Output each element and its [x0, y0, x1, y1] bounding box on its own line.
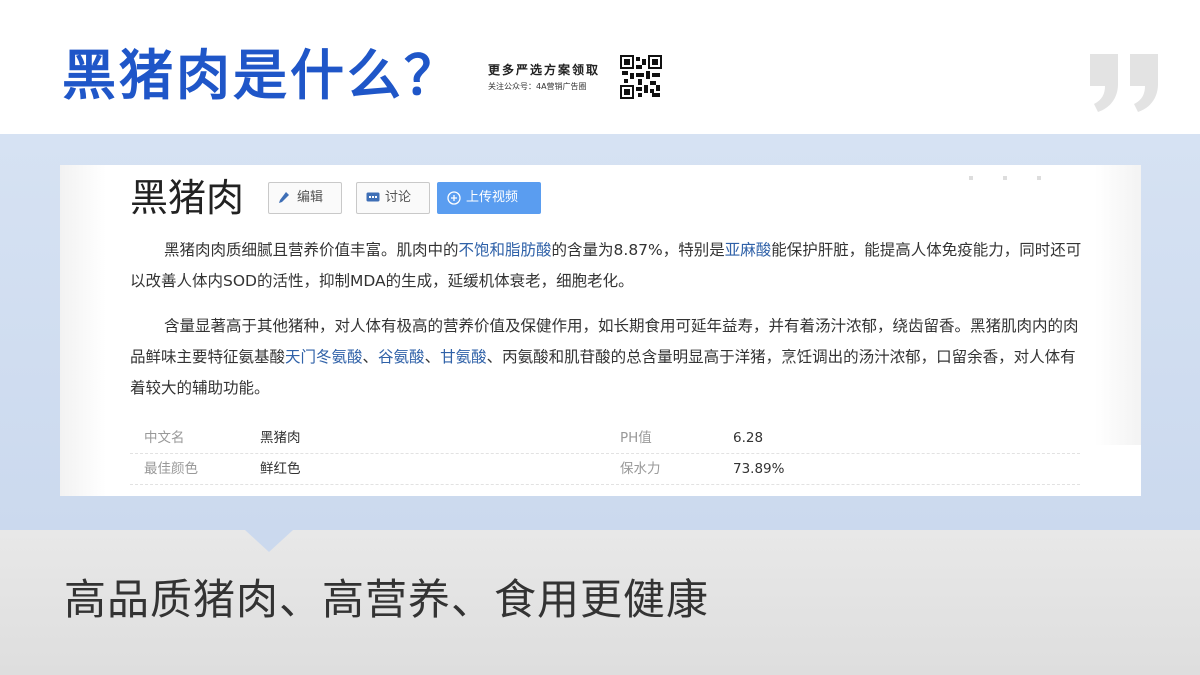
encyclopedia-screenshot: 黑猪肉 编辑 讨论 上传视频 黑猪肉肉质细腻且营养价值丰富。肌肉中的不饱和脂肪酸… — [60, 165, 1141, 496]
card-top-dots — [969, 165, 1079, 180]
separator: 、 — [362, 348, 379, 366]
link-unsaturated-fatty-acid[interactable]: 不饱和脂肪酸 — [459, 241, 552, 259]
info-value: 黑猪肉 — [260, 430, 301, 446]
info-row: 最佳颜色 鲜红色 保水力 73.89% — [130, 454, 1080, 485]
upload-video-button-label: 上传视频 — [466, 190, 519, 205]
card-left-shade — [60, 165, 106, 496]
paragraph-1: 黑猪肉肉质细腻且营养价值丰富。肌肉中的不饱和脂肪酸的含量为8.87%，特别是亚麻… — [130, 235, 1090, 297]
plus-circle-icon — [447, 191, 461, 205]
link-glycine[interactable]: 甘氨酸 — [440, 348, 487, 366]
info-value: 6.28 — [733, 430, 764, 446]
link-linolenic-acid[interactable]: 亚麻酸 — [725, 241, 772, 259]
upload-video-button[interactable]: 上传视频 — [437, 182, 541, 214]
edit-button[interactable]: 编辑 — [268, 182, 342, 214]
discuss-button[interactable]: 讨论 — [356, 182, 430, 214]
pointer-triangle — [245, 530, 293, 552]
qr-code-icon — [620, 55, 662, 99]
header: 黑猪肉是什么？ 更多严选方案领取 关注公众号：4A营销广告圈 — [0, 0, 1200, 134]
separator: 、 — [424, 348, 441, 366]
link-aspartic-acid[interactable]: 天门冬氨酸 — [285, 348, 363, 366]
link-glutamic-acid[interactable]: 谷氨酸 — [378, 348, 425, 366]
page-title: 黑猪肉是什么？ — [62, 44, 461, 107]
chat-bubble-icon — [366, 192, 380, 202]
slogan: 高品质猪肉、高营养、食用更健康 — [64, 575, 710, 624]
closing-quote-icon — [1090, 54, 1158, 112]
pencil-icon — [279, 192, 289, 203]
discuss-button-label: 讨论 — [385, 190, 412, 205]
info-row: 中文名 黑猪肉 PH值 6.28 — [130, 423, 1080, 454]
info-key: PH值 — [620, 430, 652, 446]
edit-button-label: 编辑 — [297, 190, 324, 205]
paragraph-text: 黑猪肉肉质细腻且营养价值丰富。肌肉中的 — [164, 241, 459, 259]
info-key: 最佳颜色 — [144, 461, 198, 477]
info-value: 73.89% — [733, 461, 785, 477]
promo-text: 更多严选方案领取 关注公众号：4A营销广告圈 — [488, 62, 618, 94]
info-key: 中文名 — [144, 430, 185, 446]
info-value: 鲜红色 — [260, 461, 301, 477]
card-right-shade — [1095, 165, 1141, 445]
entry-title: 黑猪肉 — [130, 176, 245, 220]
promo-line1: 更多严选方案领取 — [488, 63, 601, 77]
paragraph-text: 的含量为8.87%，特别是 — [551, 241, 725, 259]
info-key: 保水力 — [620, 461, 661, 477]
paragraph-2: 含量显著高于其他猪种，对人体有极高的营养价值及保健作用，如长期食用可延年益寿，并… — [130, 311, 1090, 404]
promo-line2: 关注公众号：4A营销广告圈 — [488, 82, 587, 91]
